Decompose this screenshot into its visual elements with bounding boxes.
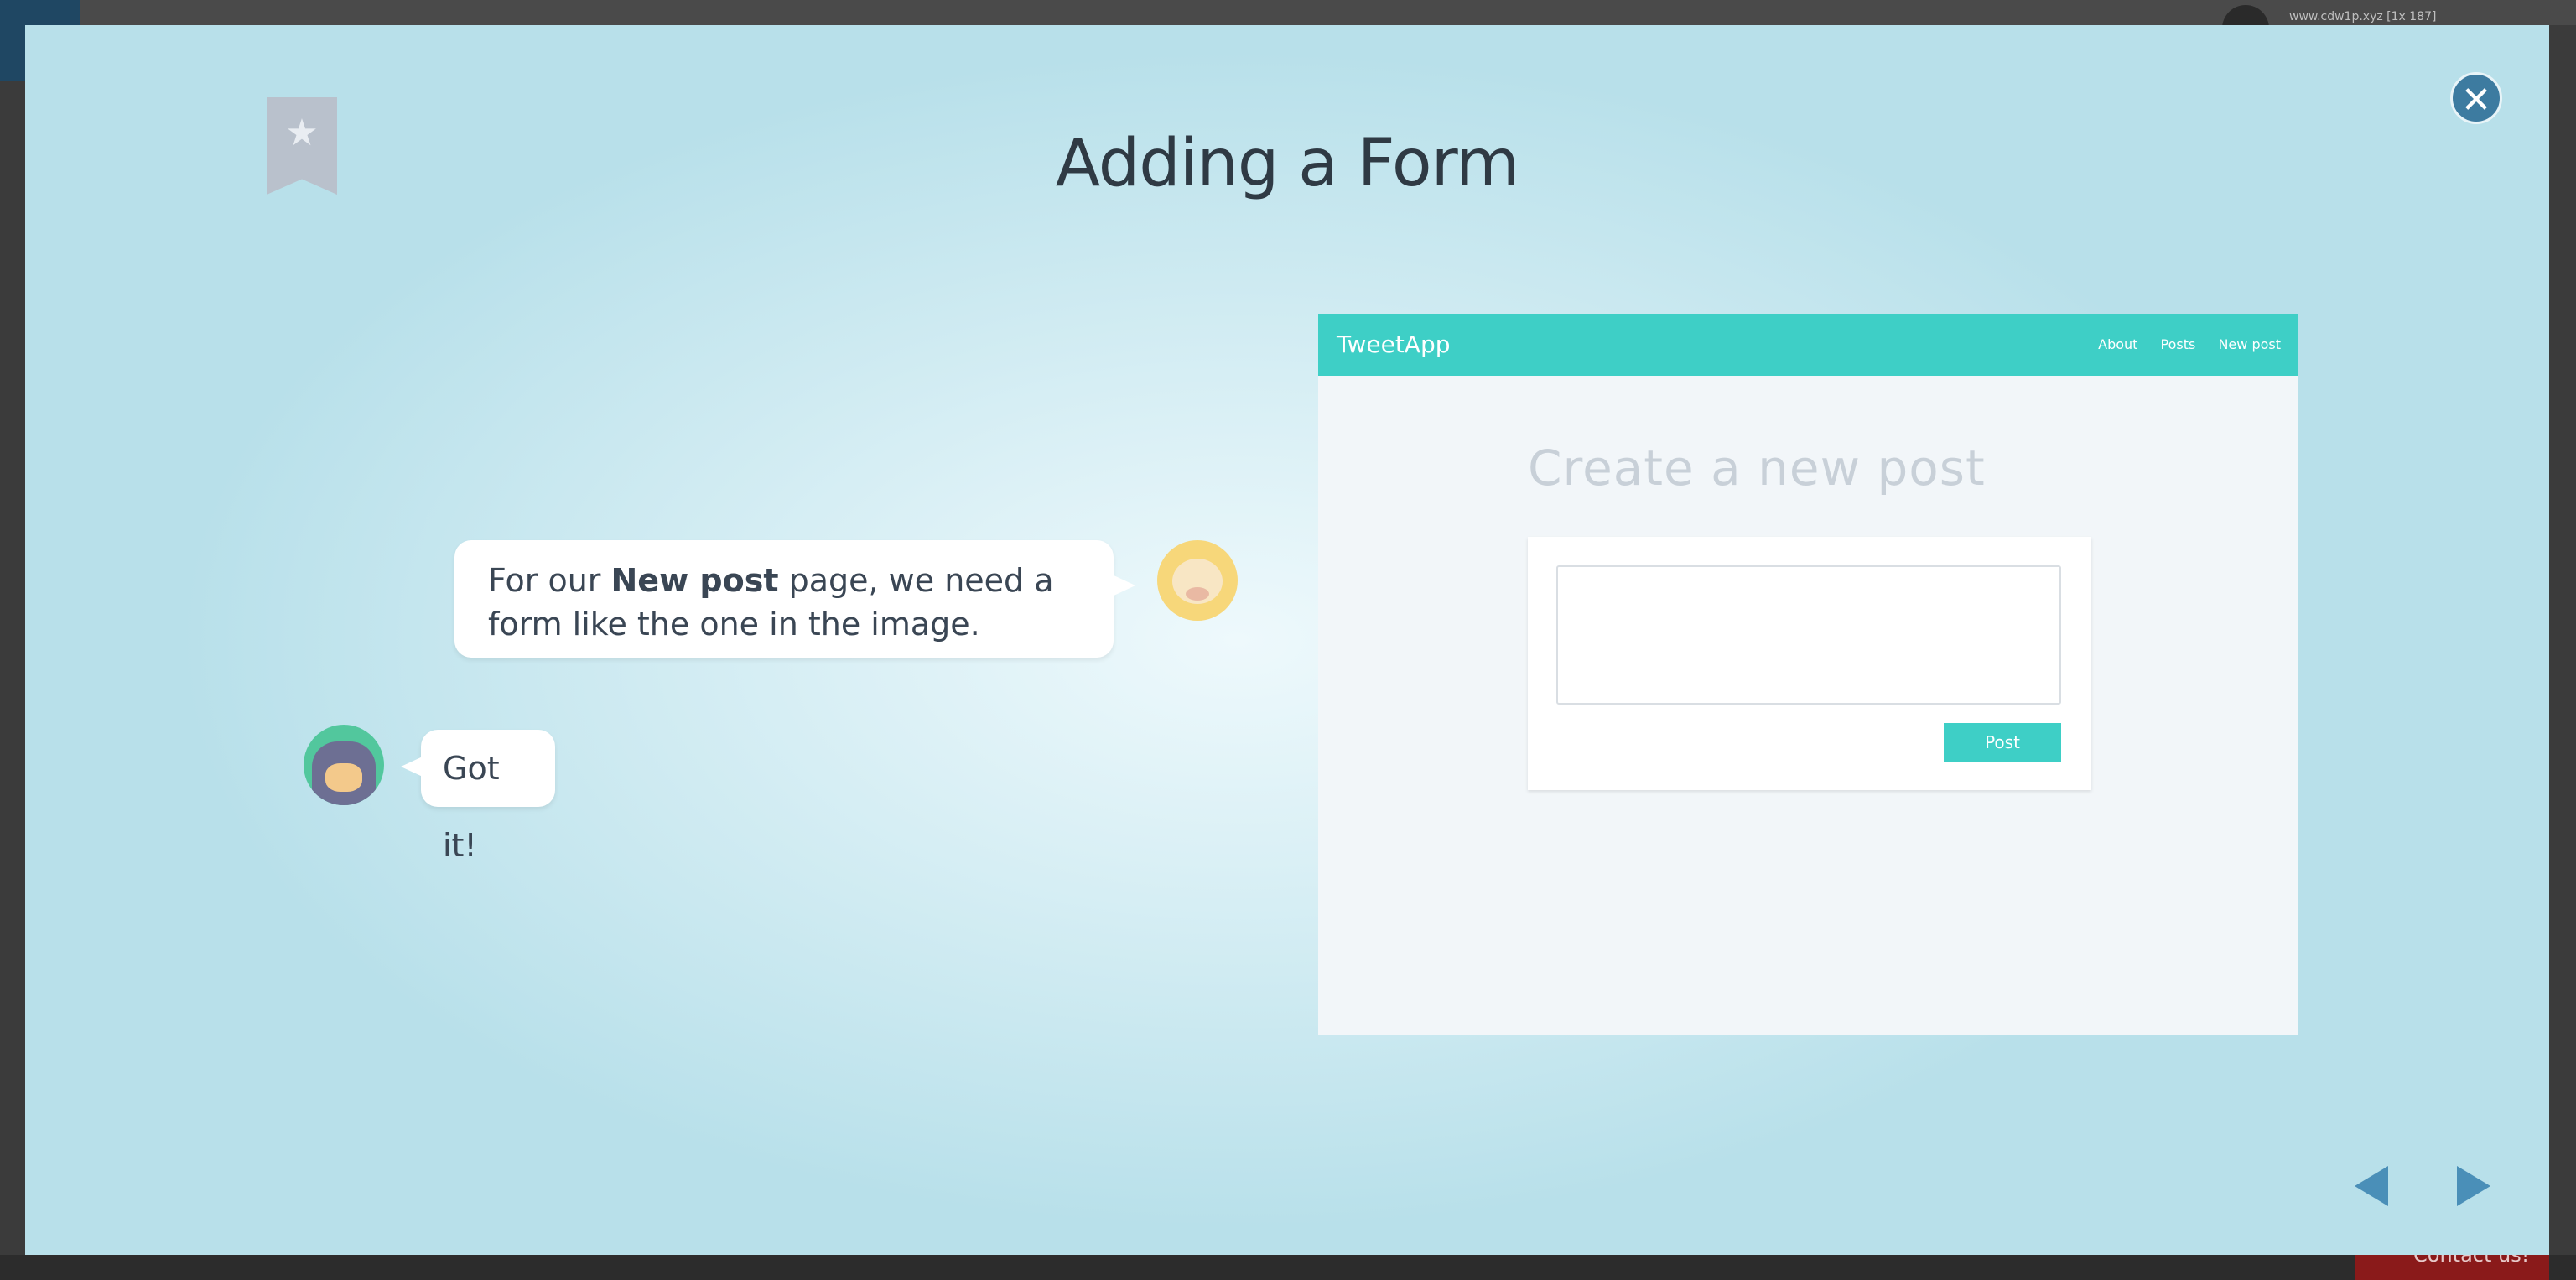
student-avatar [304, 725, 384, 805]
backdrop-topbar [0, 0, 2576, 25]
preview-form-card: Post [1528, 537, 2091, 790]
close-icon: ✕ [2460, 79, 2492, 122]
lesson-modal: ★ ✕ Adding a Form For our New post page,… [25, 25, 2549, 1255]
student-speech-bubble: Got it! [401, 730, 555, 864]
sheep-nose [1186, 587, 1209, 601]
teacher-text-bold: New post [610, 562, 779, 599]
backdrop-url: www.cdw1p.xyz [1x 187] [2289, 10, 2437, 23]
close-button[interactable]: ✕ [2450, 72, 2502, 124]
backdrop-bottom-bar [0, 1255, 2576, 1280]
triangle-right-icon[interactable] [2457, 1166, 2490, 1206]
preview-heading: Create a new post [1528, 440, 1986, 497]
preview-nav-posts: Posts [2160, 336, 2196, 352]
page-title: Adding a Form [1055, 126, 1520, 201]
preview-nav-about: About [2098, 336, 2138, 352]
teacher-speech-bubble: For our New post page, we need a form li… [454, 540, 1135, 658]
ninja-face [325, 763, 362, 792]
teacher-text-before: For our [488, 562, 611, 599]
preview-brand: TweetApp [1337, 330, 1451, 358]
preview-image: TweetApp About Posts New post Create a n… [1318, 314, 2298, 1035]
triangle-left-icon[interactable] [2355, 1166, 2388, 1206]
preview-nav-new-post: New post [2218, 336, 2281, 352]
preview-textarea [1556, 565, 2061, 705]
preview-nav-links: About Posts New post [2080, 314, 2281, 376]
preview-navbar: TweetApp About Posts New post [1318, 314, 2298, 376]
teacher-avatar [1157, 540, 1238, 621]
preview-post-button: Post [1944, 723, 2061, 762]
